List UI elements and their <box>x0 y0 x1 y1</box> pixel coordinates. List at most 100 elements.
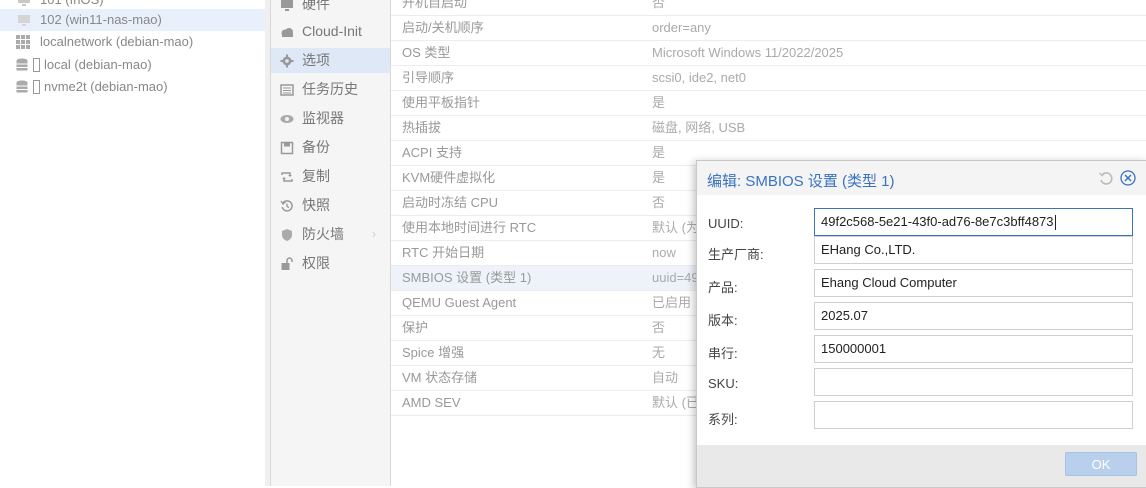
product-field[interactable]: Ehang Cloud Computer <box>814 269 1133 297</box>
option-key: 热插拔 <box>402 120 442 135</box>
option-key: VM 状态存储 <box>402 370 478 385</box>
floppy-icon <box>280 141 294 155</box>
nav-item-permissions[interactable]: 权限 <box>271 251 390 276</box>
option-key: 引导顺序 <box>402 70 455 85</box>
option-value: 默认 (为 <box>652 220 699 235</box>
form-row-sku: SKU: <box>697 368 1146 398</box>
version-field[interactable]: 2025.07 <box>814 302 1133 330</box>
sku-label: SKU: <box>708 376 739 391</box>
option-key: 保护 <box>402 320 429 335</box>
options-row[interactable]: 开机自启动 否 <box>391 0 1146 16</box>
eye-icon <box>280 115 294 123</box>
reset-icon[interactable] <box>1098 170 1114 186</box>
dialog-footer: OK <box>697 445 1146 487</box>
config-nav: 硬件 Cloud-Init 选项 任务历史 监视器 备份 复制 快照 防火墙 ›… <box>271 0 391 486</box>
form-row-manufacturer: 生产厂商: EHang Co.,LTD. <box>697 236 1146 266</box>
sku-field[interactable] <box>814 368 1133 396</box>
nav-item-monitor[interactable]: 监视器 <box>271 106 390 131</box>
option-key: 启动时冻结 CPU <box>402 195 499 210</box>
nav-item-label: Cloud-Init <box>302 23 362 39</box>
option-key: OS 类型 <box>402 45 451 60</box>
option-value: 是 <box>652 170 666 185</box>
tree-item-vm-102[interactable]: 102 (win11-nas-mao) <box>0 9 265 31</box>
manufacturer-field[interactable]: EHang Co.,LTD. <box>814 236 1133 264</box>
monitor-icon <box>281 0 293 11</box>
history-icon <box>280 200 293 212</box>
option-key: SMBIOS 设置 (类型 1) <box>402 270 532 285</box>
product-label: 产品: <box>708 280 738 295</box>
option-value: 无 <box>652 345 666 360</box>
monitor-icon <box>18 0 30 6</box>
nav-item-backup[interactable]: 备份 <box>271 135 390 160</box>
nav-item-label: 权限 <box>302 255 330 271</box>
uuid-field[interactable]: 49f2c568-5e21-43f0-ad76-8e7c3bff4873 <box>814 208 1133 236</box>
text-caret <box>1054 215 1056 231</box>
option-key: 使用本地时间进行 RTC <box>402 220 537 235</box>
nav-item-label: 任务历史 <box>302 81 358 97</box>
smbios-edit-dialog: 编辑: SMBIOS 设置 (类型 1) UUID: 49f2c568-5e21… <box>696 160 1146 488</box>
options-row[interactable]: 使用平板指针 是 <box>391 91 1146 116</box>
nav-item-label: 快照 <box>302 197 330 213</box>
nav-item-label: 防火墙 <box>302 226 344 242</box>
nav-item-label: 复制 <box>302 168 330 184</box>
nav-item-snapshots[interactable]: 快照 <box>271 193 390 218</box>
monitor-icon <box>18 15 30 26</box>
close-icon[interactable] <box>1120 170 1136 186</box>
version-label: 版本: <box>708 313 738 328</box>
nav-item-label: 硬件 <box>302 0 330 12</box>
option-value: 否 <box>652 0 666 10</box>
grid-icon <box>16 35 30 49</box>
shield-icon <box>282 229 292 241</box>
form-row-family: 系列: <box>697 401 1146 431</box>
tree-item-local-storage[interactable]: local (debian-mao) <box>0 54 265 76</box>
tree-item-nvme2t-storage[interactable]: nvme2t (debian-mao) <box>0 76 265 98</box>
serial-field[interactable]: 150000001 <box>814 335 1133 363</box>
options-row[interactable]: 引导顺序 scsi0, ide2, net0 <box>391 66 1146 91</box>
option-value: 是 <box>652 145 666 160</box>
tree-item-label: nvme2t (debian-mao) <box>44 79 168 94</box>
cloud-icon <box>281 28 293 37</box>
storage-icon <box>16 80 40 94</box>
chevron-right-icon: › <box>372 227 376 241</box>
family-field[interactable] <box>814 401 1133 429</box>
dialog-header[interactable]: 编辑: SMBIOS 设置 (类型 1) <box>697 161 1146 195</box>
option-key: 使用平板指针 <box>402 95 481 110</box>
tree-item-label: 102 (win11-nas-mao) <box>40 12 162 27</box>
option-key: KVM硬件虚拟化 <box>402 170 496 185</box>
option-value: 否 <box>652 320 666 335</box>
nav-item-label: 备份 <box>302 139 330 155</box>
unlock-icon <box>281 257 293 270</box>
nav-item-options[interactable]: 选项 <box>271 48 390 73</box>
serial-value: 150000001 <box>821 341 887 356</box>
option-value: scsi0, ide2, net0 <box>652 70 746 85</box>
form-row-product: 产品: Ehang Cloud Computer <box>697 269 1146 299</box>
options-row[interactable]: 启动/关机顺序 order=any <box>391 16 1146 41</box>
options-row[interactable]: OS 类型 Microsoft Windows 11/2022/2025 <box>391 41 1146 66</box>
manufacturer-label: 生产厂商: <box>708 247 764 262</box>
ok-button[interactable]: OK <box>1065 452 1137 476</box>
nav-item-cloud-init[interactable]: Cloud-Init <box>271 19 390 44</box>
nav-item-task-history[interactable]: 任务历史 <box>271 77 390 102</box>
family-label: 系列: <box>708 412 738 427</box>
option-key: 启动/关机顺序 <box>402 20 484 35</box>
nav-item-replication[interactable]: 复制 <box>271 164 390 189</box>
nav-item-label: 选项 <box>302 52 330 68</box>
tree-item-localnetwork[interactable]: localnetwork (debian-mao) <box>0 31 265 53</box>
storage-icon <box>16 58 40 72</box>
nav-item-firewall[interactable]: 防火墙 › <box>271 222 390 247</box>
option-key: AMD SEV <box>402 395 461 410</box>
option-value: 自动 <box>652 370 679 385</box>
uuid-label: UUID: <box>708 216 744 231</box>
form-row-uuid: UUID: 49f2c568-5e21-43f0-ad76-8e7c3bff48… <box>697 208 1146 238</box>
tree-item-label: localnetwork (debian-mao) <box>40 34 194 49</box>
resource-tree: 101 (fnOS) 102 (win11-nas-mao) localnetw… <box>0 0 266 486</box>
list-icon <box>280 84 294 96</box>
option-value: 否 <box>652 195 666 210</box>
option-value: 磁盘, 网络, USB <box>652 120 746 135</box>
option-key: RTC 开始日期 <box>402 245 485 260</box>
option-key: QEMU Guest Agent <box>402 295 517 310</box>
options-row[interactable]: 热插拔 磁盘, 网络, USB <box>391 116 1146 141</box>
form-row-serial: 串行: 150000001 <box>697 335 1146 365</box>
nav-item-hardware[interactable]: 硬件 <box>271 0 390 17</box>
dialog-form: UUID: 49f2c568-5e21-43f0-ad76-8e7c3bff48… <box>697 195 1146 445</box>
